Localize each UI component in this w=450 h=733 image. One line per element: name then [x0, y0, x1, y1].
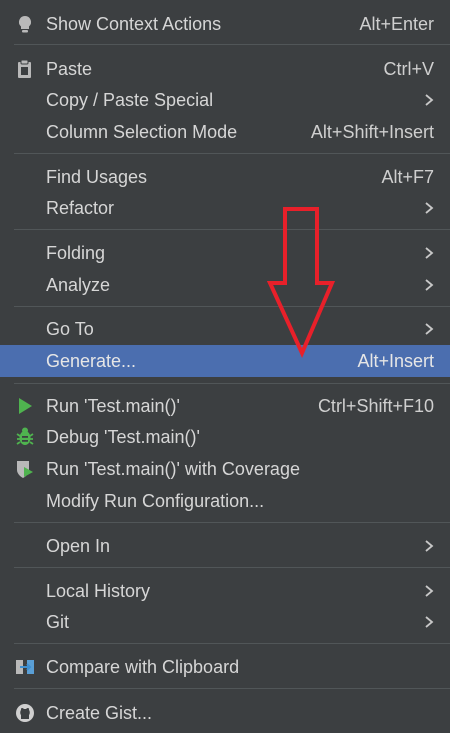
- separator: [14, 153, 450, 154]
- menu-item-shortcut: Alt+Insert: [357, 351, 434, 371]
- menu-item-label: Refactor: [46, 198, 115, 218]
- menu-item-label: Create Gist...: [46, 703, 153, 723]
- chevron-right-icon: [425, 616, 434, 628]
- github-icon: [16, 704, 34, 722]
- separator: [14, 688, 450, 689]
- menu-item-label: Show Context Actions: [46, 14, 222, 34]
- run-icon: [19, 398, 32, 414]
- menu-item-label: Generate...: [46, 351, 137, 371]
- coverage-shield-icon: [17, 461, 33, 478]
- menu-item-run-test-main[interactable]: Run 'Test.main()' Ctrl+Shift+F10: [0, 391, 450, 421]
- separator: [14, 383, 450, 384]
- menu-item-shortcut: Alt+Enter: [359, 14, 434, 34]
- chevron-right-icon: [425, 279, 434, 291]
- menu-item-label: Compare with Clipboard: [46, 657, 240, 677]
- menu-item-open-in[interactable]: Open In: [0, 531, 450, 561]
- menu-item-copy-paste-special[interactable]: Copy / Paste Special: [0, 85, 450, 115]
- menu-item-run-with-coverage[interactable]: Run 'Test.main()' with Coverage: [0, 454, 450, 484]
- menu-item-shortcut: Alt+Shift+Insert: [310, 122, 434, 142]
- menu-item-compare-with-clipboard[interactable]: Compare with Clipboard: [0, 652, 450, 682]
- chevron-right-icon: [425, 323, 434, 335]
- menu-item-go-to[interactable]: Go To: [0, 314, 450, 344]
- menu-item-modify-run-configuration[interactable]: Modify Run Configuration...: [0, 486, 450, 516]
- menu-item-label: Debug 'Test.main()': [46, 427, 200, 447]
- menu-item-refactor[interactable]: Refactor: [0, 193, 450, 223]
- separator: [14, 643, 450, 644]
- menu-item-debug-test-main[interactable]: Debug 'Test.main()': [0, 422, 450, 452]
- menu-item-shortcut: Ctrl+Shift+F10: [317, 396, 434, 416]
- menu-item-label: Go To: [46, 319, 94, 339]
- lightbulb-icon: [18, 15, 32, 33]
- menu-item-label: Run 'Test.main()' with Coverage: [46, 459, 300, 479]
- menu-item-git[interactable]: Git: [0, 607, 450, 637]
- menu-item-label: Copy / Paste Special: [46, 90, 214, 110]
- compare-clipboard-icon: [16, 660, 34, 674]
- menu-item-label: Folding: [46, 243, 106, 263]
- menu-item-label: Paste: [46, 59, 93, 79]
- menu-item-label: Local History: [46, 581, 151, 601]
- context-menu: Show Context Actions Alt+Enter Paste Ctr…: [0, 0, 450, 733]
- menu-item-local-history[interactable]: Local History: [0, 576, 450, 606]
- menu-item-label: Git: [46, 612, 70, 632]
- separator: [14, 229, 450, 230]
- separator: [14, 44, 450, 45]
- menu-item-folding[interactable]: Folding: [0, 238, 450, 268]
- menu-item-label: Modify Run Configuration...: [46, 491, 265, 511]
- chevron-right-icon: [425, 202, 434, 214]
- separator: [14, 306, 450, 307]
- menu-item-label: Open In: [46, 536, 111, 556]
- menu-item-shortcut: Ctrl+V: [383, 59, 434, 79]
- chevron-right-icon: [425, 247, 434, 259]
- menu-item-label: Analyze: [46, 275, 111, 295]
- debug-bug-icon: [16, 427, 34, 445]
- menu-item-generate[interactable]: Generate... Alt+Insert: [0, 345, 450, 377]
- menu-item-column-selection-mode[interactable]: Column Selection Mode Alt+Shift+Insert: [0, 117, 450, 147]
- menu-item-analyze[interactable]: Analyze: [0, 270, 450, 300]
- separator: [14, 567, 450, 568]
- chevron-right-icon: [425, 540, 434, 552]
- menu-item-label: Run 'Test.main()': [46, 396, 180, 416]
- menu-item-label: Column Selection Mode: [46, 122, 238, 142]
- menu-item-create-gist[interactable]: Create Gist...: [0, 698, 450, 728]
- menu-item-find-usages[interactable]: Find Usages Alt+F7: [0, 162, 450, 192]
- menu-item-show-context-actions[interactable]: Show Context Actions Alt+Enter: [0, 9, 450, 39]
- chevron-right-icon: [425, 585, 434, 597]
- menu-item-paste[interactable]: Paste Ctrl+V: [0, 54, 450, 84]
- clipboard-icon: [18, 59, 31, 78]
- menu-item-label: Find Usages: [46, 167, 148, 187]
- chevron-right-icon: [425, 94, 434, 106]
- separator: [14, 522, 450, 523]
- menu-item-shortcut: Alt+F7: [381, 167, 434, 187]
